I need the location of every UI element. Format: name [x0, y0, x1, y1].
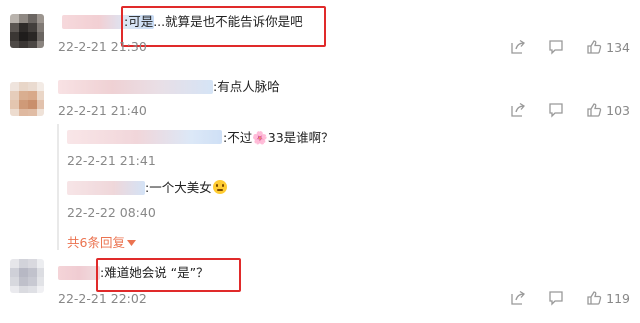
comment-actions: 119 — [510, 289, 630, 307]
reply-button[interactable] — [548, 290, 564, 306]
share-icon — [511, 290, 526, 305]
like-count: 119 — [606, 290, 630, 306]
avatar[interactable] — [10, 259, 44, 293]
comment-3: :难道她会说 “是”？ 22-2-21 22:02 119 — [0, 0, 640, 323]
highlight-box — [96, 258, 241, 292]
username-blurred[interactable] — [58, 266, 100, 280]
share-button[interactable] — [510, 290, 526, 306]
comment-icon — [549, 291, 563, 306]
like-icon — [587, 291, 602, 305]
comment-time: 22-2-21 22:02 — [58, 291, 147, 306]
like-button[interactable]: 119 — [586, 290, 630, 306]
